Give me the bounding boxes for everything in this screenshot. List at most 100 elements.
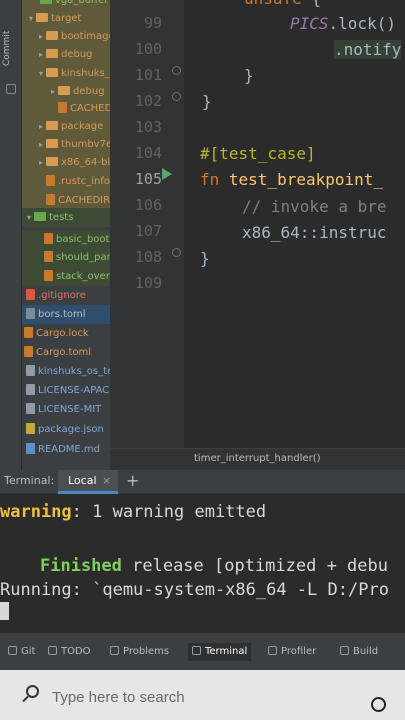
tree-item-label: package bbox=[61, 121, 104, 132]
folder-icon bbox=[46, 121, 58, 130]
file-icon bbox=[44, 233, 53, 244]
cortana-icon[interactable] bbox=[371, 697, 386, 712]
code-token: test_breakpoint_ bbox=[219, 170, 384, 189]
tree-item[interactable]: stack_overflow.rs bbox=[22, 267, 110, 286]
tree-item[interactable]: package.json bbox=[22, 420, 110, 439]
tree-item-label: Cargo.lock bbox=[36, 328, 89, 339]
tree-item[interactable]: README.md bbox=[22, 440, 110, 459]
tree-item[interactable]: basic_boot.rs bbox=[22, 230, 110, 249]
fold-marker-icon[interactable] bbox=[172, 66, 181, 75]
taskbar bbox=[0, 670, 405, 720]
taskbar-search[interactable] bbox=[18, 683, 348, 711]
code-line-100: .notify bbox=[334, 40, 402, 59]
problems-tool-button[interactable]: Problems bbox=[110, 643, 169, 661]
folder-icon bbox=[46, 31, 58, 40]
chevron-right-icon[interactable]: ▸ bbox=[36, 135, 46, 154]
chevron-right-icon[interactable]: ▸ bbox=[36, 153, 46, 172]
tree-item-label: .gitignore bbox=[38, 290, 86, 301]
tree-item-label: stack_overflow.rs bbox=[56, 271, 110, 282]
todo-tool-button[interactable]: TODO bbox=[48, 643, 91, 661]
warning-icon bbox=[110, 646, 119, 655]
code-editor[interactable]: unsafe { PICS.lock() .notify } } #[test_… bbox=[184, 0, 405, 448]
tree-item-label: vga_buffer bbox=[55, 0, 109, 6]
line-number: 102 bbox=[134, 92, 162, 110]
tree-item[interactable]: ▾ target bbox=[22, 9, 110, 28]
profiler-label: Profiler bbox=[281, 646, 317, 657]
chevron-down-icon[interactable]: ▾ bbox=[24, 208, 34, 227]
tree-item[interactable]: Cargo.toml bbox=[22, 343, 110, 362]
tab-local-label: Local bbox=[68, 474, 97, 487]
chevron-down-icon[interactable]: ▾ bbox=[26, 9, 36, 28]
folder-icon bbox=[58, 86, 70, 95]
tree-item[interactable]: .gitignore bbox=[22, 286, 110, 305]
code-line-104: #[test_case] bbox=[200, 144, 316, 163]
build-tool-button[interactable]: Build bbox=[340, 643, 378, 661]
tree-item[interactable]: .rustc_info.json bbox=[22, 172, 110, 191]
code-line-102: } bbox=[202, 92, 212, 111]
tree-item[interactable]: Cargo.lock bbox=[22, 324, 110, 343]
tree-item[interactable]: ▸ package bbox=[22, 117, 110, 136]
tree-item[interactable]: bors.toml bbox=[22, 305, 110, 324]
warning-text: : 1 warning emitted bbox=[71, 502, 267, 522]
tree-item[interactable]: ▸ debug bbox=[22, 45, 110, 64]
tree-item-label: kinshuks_os bbox=[61, 68, 110, 79]
commit-tool-label[interactable]: Commit bbox=[2, 18, 20, 78]
line-number: 108 bbox=[134, 248, 162, 266]
tree-item[interactable]: ▾ kinshuks_os bbox=[22, 64, 110, 83]
tree-item[interactable]: ▸ x86_64-blog_os bbox=[22, 153, 110, 172]
tree-item-label: x86_64-blog_os bbox=[61, 157, 110, 168]
terminal-output[interactable]: warning: 1 warning emitted Finished rele… bbox=[0, 494, 405, 632]
profiler-tool-button[interactable]: Profiler bbox=[268, 643, 316, 661]
project-tree: vga_buffer ▾ target ▸ bootimage ▸ debug ▾ kinshu… bbox=[22, 0, 110, 470]
tree-item-label: kinshuks_os_tests bbox=[38, 366, 110, 377]
tree-item[interactable]: ▸ thumbv7em bbox=[22, 135, 110, 154]
finished-text: release [optimized + debu bbox=[121, 556, 388, 576]
chevron-right-icon[interactable]: ▸ bbox=[36, 45, 46, 64]
breadcrumb-function[interactable]: timer_interrupt_handler() bbox=[194, 453, 321, 464]
run-test-icon[interactable] bbox=[162, 168, 172, 180]
tree-item-label: should_panic.rs bbox=[56, 252, 110, 263]
code-line-99: PICS.lock() bbox=[290, 14, 396, 33]
terminal-tool-button[interactable]: Terminal bbox=[188, 643, 252, 661]
line-number: 106 bbox=[134, 196, 162, 214]
tab-local[interactable]: Local × bbox=[58, 470, 118, 494]
todo-label: TODO bbox=[61, 646, 91, 657]
commit-icon[interactable] bbox=[6, 84, 16, 94]
file-icon bbox=[26, 384, 35, 395]
tree-item-label: README.md bbox=[38, 444, 101, 455]
fold-marker-icon[interactable] bbox=[172, 92, 181, 101]
file-icon bbox=[24, 346, 33, 357]
terminal-line-running: Running: `qemu-system-x86_64 -L D:/Pro bbox=[0, 580, 389, 600]
add-tab-icon[interactable]: + bbox=[126, 471, 139, 490]
tree-item[interactable]: kinshuks_os_tests bbox=[22, 362, 110, 381]
tree-item-label: tests bbox=[49, 212, 74, 223]
tree-item[interactable]: ▸ bootimage bbox=[22, 27, 110, 46]
fold-marker-icon[interactable] bbox=[172, 248, 181, 257]
code-token: fn bbox=[200, 170, 220, 189]
tree-item[interactable]: CACHEDIR.TAG bbox=[22, 99, 110, 118]
tree-item[interactable]: LICENSE-APACHE bbox=[22, 381, 110, 400]
tree-item-label: thumbv7em bbox=[61, 139, 110, 150]
chevron-right-icon[interactable]: ▸ bbox=[36, 27, 46, 46]
folder-icon bbox=[46, 68, 58, 77]
tree-item[interactable]: should_panic.rs bbox=[22, 248, 110, 267]
folder-icon bbox=[46, 49, 58, 58]
tree-item[interactable]: LICENSE-MIT bbox=[22, 400, 110, 419]
tree-item-label: basic_boot.rs bbox=[56, 234, 110, 245]
git-tool-button[interactable]: Git bbox=[8, 643, 35, 661]
line-number: 101 bbox=[134, 66, 162, 84]
git-label: Git bbox=[21, 646, 36, 657]
search-input[interactable] bbox=[52, 687, 342, 707]
search-icon bbox=[26, 685, 39, 698]
close-tab-icon[interactable]: × bbox=[102, 474, 111, 487]
build-label: Build bbox=[353, 646, 379, 657]
terminal-title: Terminal: bbox=[4, 474, 55, 487]
profiler-icon bbox=[268, 646, 277, 655]
code-line-98: unsafe { bbox=[244, 0, 321, 8]
folder-icon bbox=[40, 0, 52, 4]
chevron-down-icon[interactable]: ▾ bbox=[36, 64, 46, 83]
finished-label: Finished bbox=[40, 556, 122, 576]
code-token: PICS bbox=[290, 14, 329, 33]
tree-item[interactable]: ▾ tests bbox=[22, 208, 110, 227]
chevron-right-icon[interactable]: ▸ bbox=[36, 117, 46, 136]
